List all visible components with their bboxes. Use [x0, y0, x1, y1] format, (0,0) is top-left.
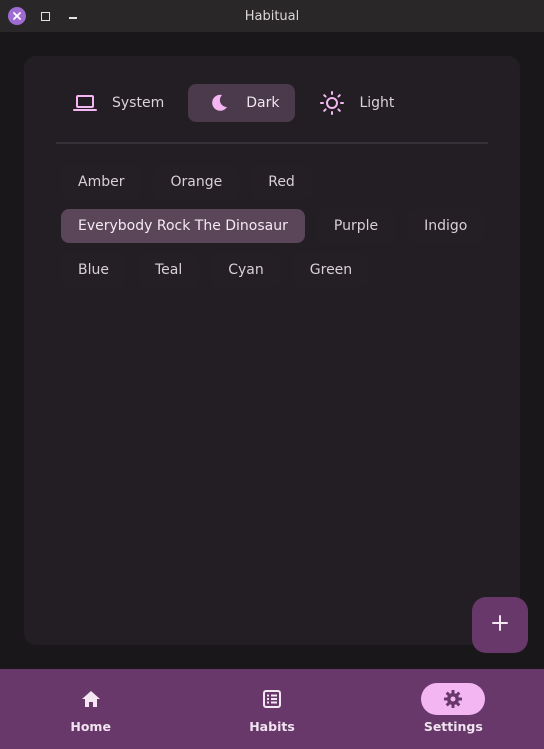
- laptop-icon: [72, 92, 98, 114]
- accent-chip-purple[interactable]: Purple: [316, 209, 396, 243]
- chip-row: Blue Teal Cyan Green: [61, 253, 491, 287]
- chip-row: Everybody Rock The Dinosaur Purple Indig…: [61, 209, 491, 243]
- theme-option-dark[interactable]: Dark: [188, 84, 296, 122]
- accent-color-chips: Amber Orange Red Everybody Rock The Dino…: [61, 165, 491, 297]
- moon-icon: [206, 92, 232, 114]
- bottom-navigation: Home Habits Settings: [0, 669, 544, 749]
- minimize-button[interactable]: [64, 0, 82, 32]
- home-icon: [59, 683, 123, 715]
- title-bar: Habitual: [0, 0, 544, 32]
- gear-icon: [421, 683, 486, 715]
- nav-label: Home: [70, 719, 111, 734]
- theme-option-label: System: [112, 95, 165, 111]
- theme-option-label: Light: [359, 95, 395, 111]
- accent-chip-amber[interactable]: Amber: [61, 165, 142, 199]
- theme-option-light[interactable]: Light: [303, 84, 410, 122]
- settings-card: System Dark Light Amber Orange Red Every…: [24, 56, 520, 645]
- accent-chip-red[interactable]: Red: [251, 165, 312, 199]
- accent-chip-dinosaur[interactable]: Everybody Rock The Dinosaur: [61, 209, 305, 243]
- nav-label: Habits: [249, 719, 295, 734]
- plus-icon: [491, 614, 509, 636]
- accent-chip-indigo[interactable]: Indigo: [407, 209, 485, 243]
- accent-chip-cyan[interactable]: Cyan: [211, 253, 281, 287]
- theme-selector: System Dark Light: [56, 84, 410, 122]
- nav-label: Settings: [423, 719, 483, 734]
- chip-row: Amber Orange Red: [61, 165, 491, 199]
- sun-icon: [319, 91, 345, 115]
- accent-chip-orange[interactable]: Orange: [153, 165, 240, 199]
- divider: [56, 142, 488, 144]
- close-button[interactable]: [6, 0, 28, 32]
- minimize-icon: [69, 17, 77, 19]
- accent-chip-blue[interactable]: Blue: [61, 253, 126, 287]
- nav-item-home[interactable]: Home: [0, 669, 181, 749]
- add-habit-button[interactable]: [472, 597, 528, 653]
- accent-chip-green[interactable]: Green: [292, 253, 370, 287]
- close-icon: [8, 7, 26, 25]
- nav-item-habits[interactable]: Habits: [181, 669, 362, 749]
- theme-option-system[interactable]: System: [56, 84, 180, 122]
- maximize-icon: [40, 11, 50, 21]
- maximize-button[interactable]: [36, 0, 54, 32]
- theme-option-label: Dark: [246, 95, 280, 111]
- window-title: Habitual: [244, 8, 300, 24]
- app-window: Habitual System Dark Light Amber Orange …: [0, 0, 544, 749]
- list-icon: [240, 683, 304, 715]
- nav-item-settings[interactable]: Settings: [363, 669, 544, 749]
- accent-chip-teal[interactable]: Teal: [137, 253, 200, 287]
